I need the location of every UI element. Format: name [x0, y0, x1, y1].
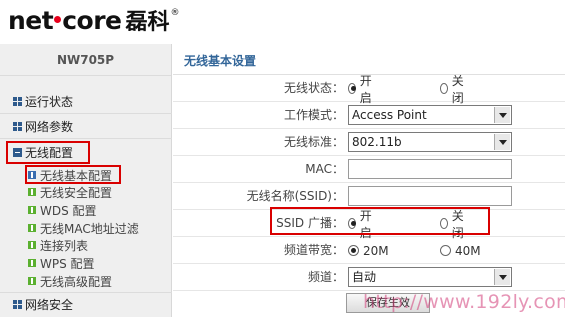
field-label: 工作模式：	[283, 108, 344, 122]
grid-icon	[13, 300, 22, 309]
field-label: 无线标准：	[283, 135, 344, 149]
row-wireless-status: 无线状态： 开启 关闭	[173, 74, 565, 105]
sidebar-subitem-label: 无线高级配置	[40, 274, 113, 289]
mac-field[interactable]	[348, 159, 512, 179]
sidebar-subitem-mac-filter[interactable]: 无线MAC地址过滤	[28, 220, 139, 236]
sidebar-subitem-wps[interactable]: WPS 配置	[28, 255, 95, 271]
sidebar-subitem-label: 连接列表	[40, 238, 89, 253]
page-title: 无线基本设置	[173, 44, 565, 75]
sidebar-subitem-connection-list[interactable]: 连接列表	[28, 237, 88, 253]
grid-icon	[13, 122, 22, 131]
field-label: 频道带宽：	[283, 243, 344, 257]
sidebar-item-label: 运行状态	[25, 95, 74, 109]
sidebar-subitem-wireless-advanced[interactable]: 无线高级配置	[28, 273, 112, 289]
radio-selected-icon	[348, 245, 359, 256]
watermark: http://www.192ly.com	[363, 291, 565, 313]
sidebar-subitem-label: WDS 配置	[40, 203, 97, 218]
row-work-mode: 工作模式： Access Point	[173, 103, 565, 129]
chevron-down-icon[interactable]	[494, 134, 510, 150]
row-channel: 频道： 自动	[173, 265, 565, 291]
bullet-icon	[28, 206, 36, 214]
grid-icon	[13, 97, 22, 106]
highlight-box-ssid-broadcast	[270, 207, 490, 235]
sidebar-item-label: 网络安全	[25, 298, 74, 312]
row-wireless-standard: 无线标准： 802.11b	[173, 130, 565, 156]
sidebar-item-network-security[interactable]: 网络安全	[0, 292, 172, 316]
field-label: 频道：	[307, 270, 344, 284]
sidebar-item-network-params[interactable]: 网络参数	[0, 115, 172, 139]
highlight-box-wireless-basic	[25, 165, 121, 184]
device-model: NW705P	[0, 44, 171, 76]
bullet-icon	[28, 259, 36, 267]
sidebar-subitem-wireless-security[interactable]: 无线安全配置	[28, 184, 112, 200]
sidebar-item-run-status[interactable]: 运行状态	[0, 90, 172, 114]
field-label: 无线名称(SSID)：	[246, 189, 344, 203]
radio-selected-icon	[348, 83, 356, 94]
netcore-logo: net core 磊科 ®	[8, 4, 180, 36]
field-label: MAC：	[305, 162, 344, 176]
highlight-box-wireless-config	[6, 141, 90, 164]
bullet-icon	[28, 224, 36, 232]
sidebar-subitem-wds[interactable]: WDS 配置	[28, 202, 97, 218]
logo-chinese: 磊科	[125, 10, 170, 35]
logo-brand-left: net	[8, 5, 54, 35]
ssid-field[interactable]	[348, 186, 512, 206]
logo-registered: ®	[170, 8, 180, 18]
work-mode-select[interactable]: Access Point	[348, 105, 512, 125]
logo-dot-icon	[54, 15, 62, 23]
sidebar-item-label: 网络参数	[25, 120, 74, 134]
row-mac: MAC：	[173, 157, 565, 183]
main-panel: 无线基本设置 无线状态： 开启 关闭 工作模式： Access Point 无线…	[173, 44, 565, 317]
channel-select[interactable]: 自动	[348, 267, 512, 287]
sidebar-subitem-label: 无线MAC地址过滤	[40, 221, 139, 236]
bullet-icon	[28, 241, 36, 249]
radio-empty-icon	[440, 245, 451, 256]
row-bandwidth: 频道带宽： 20M 40M	[173, 238, 565, 264]
wireless-status-on-radio[interactable]: 开启	[348, 74, 375, 105]
sidebar-subitem-label: 无线安全配置	[40, 185, 113, 200]
bandwidth-40m-radio[interactable]: 40M	[440, 240, 481, 261]
sidebar-subitem-label: WPS 配置	[40, 256, 95, 271]
sidebar: NW705P 运行状态 网络参数 无线配置 无线基本配置 无线安全配置 WDS …	[0, 44, 172, 317]
wireless-standard-select[interactable]: 802.11b	[348, 132, 512, 152]
bandwidth-20m-radio[interactable]: 20M	[348, 240, 389, 261]
logo-brand-right: core	[62, 5, 122, 35]
chevron-down-icon[interactable]	[494, 269, 510, 285]
bullet-icon	[28, 277, 36, 285]
bullet-icon	[28, 188, 36, 196]
chevron-down-icon[interactable]	[494, 107, 510, 123]
wireless-status-off-radio[interactable]: 关闭	[440, 74, 467, 105]
field-label: 无线状态：	[283, 81, 344, 95]
radio-empty-icon	[440, 83, 448, 94]
